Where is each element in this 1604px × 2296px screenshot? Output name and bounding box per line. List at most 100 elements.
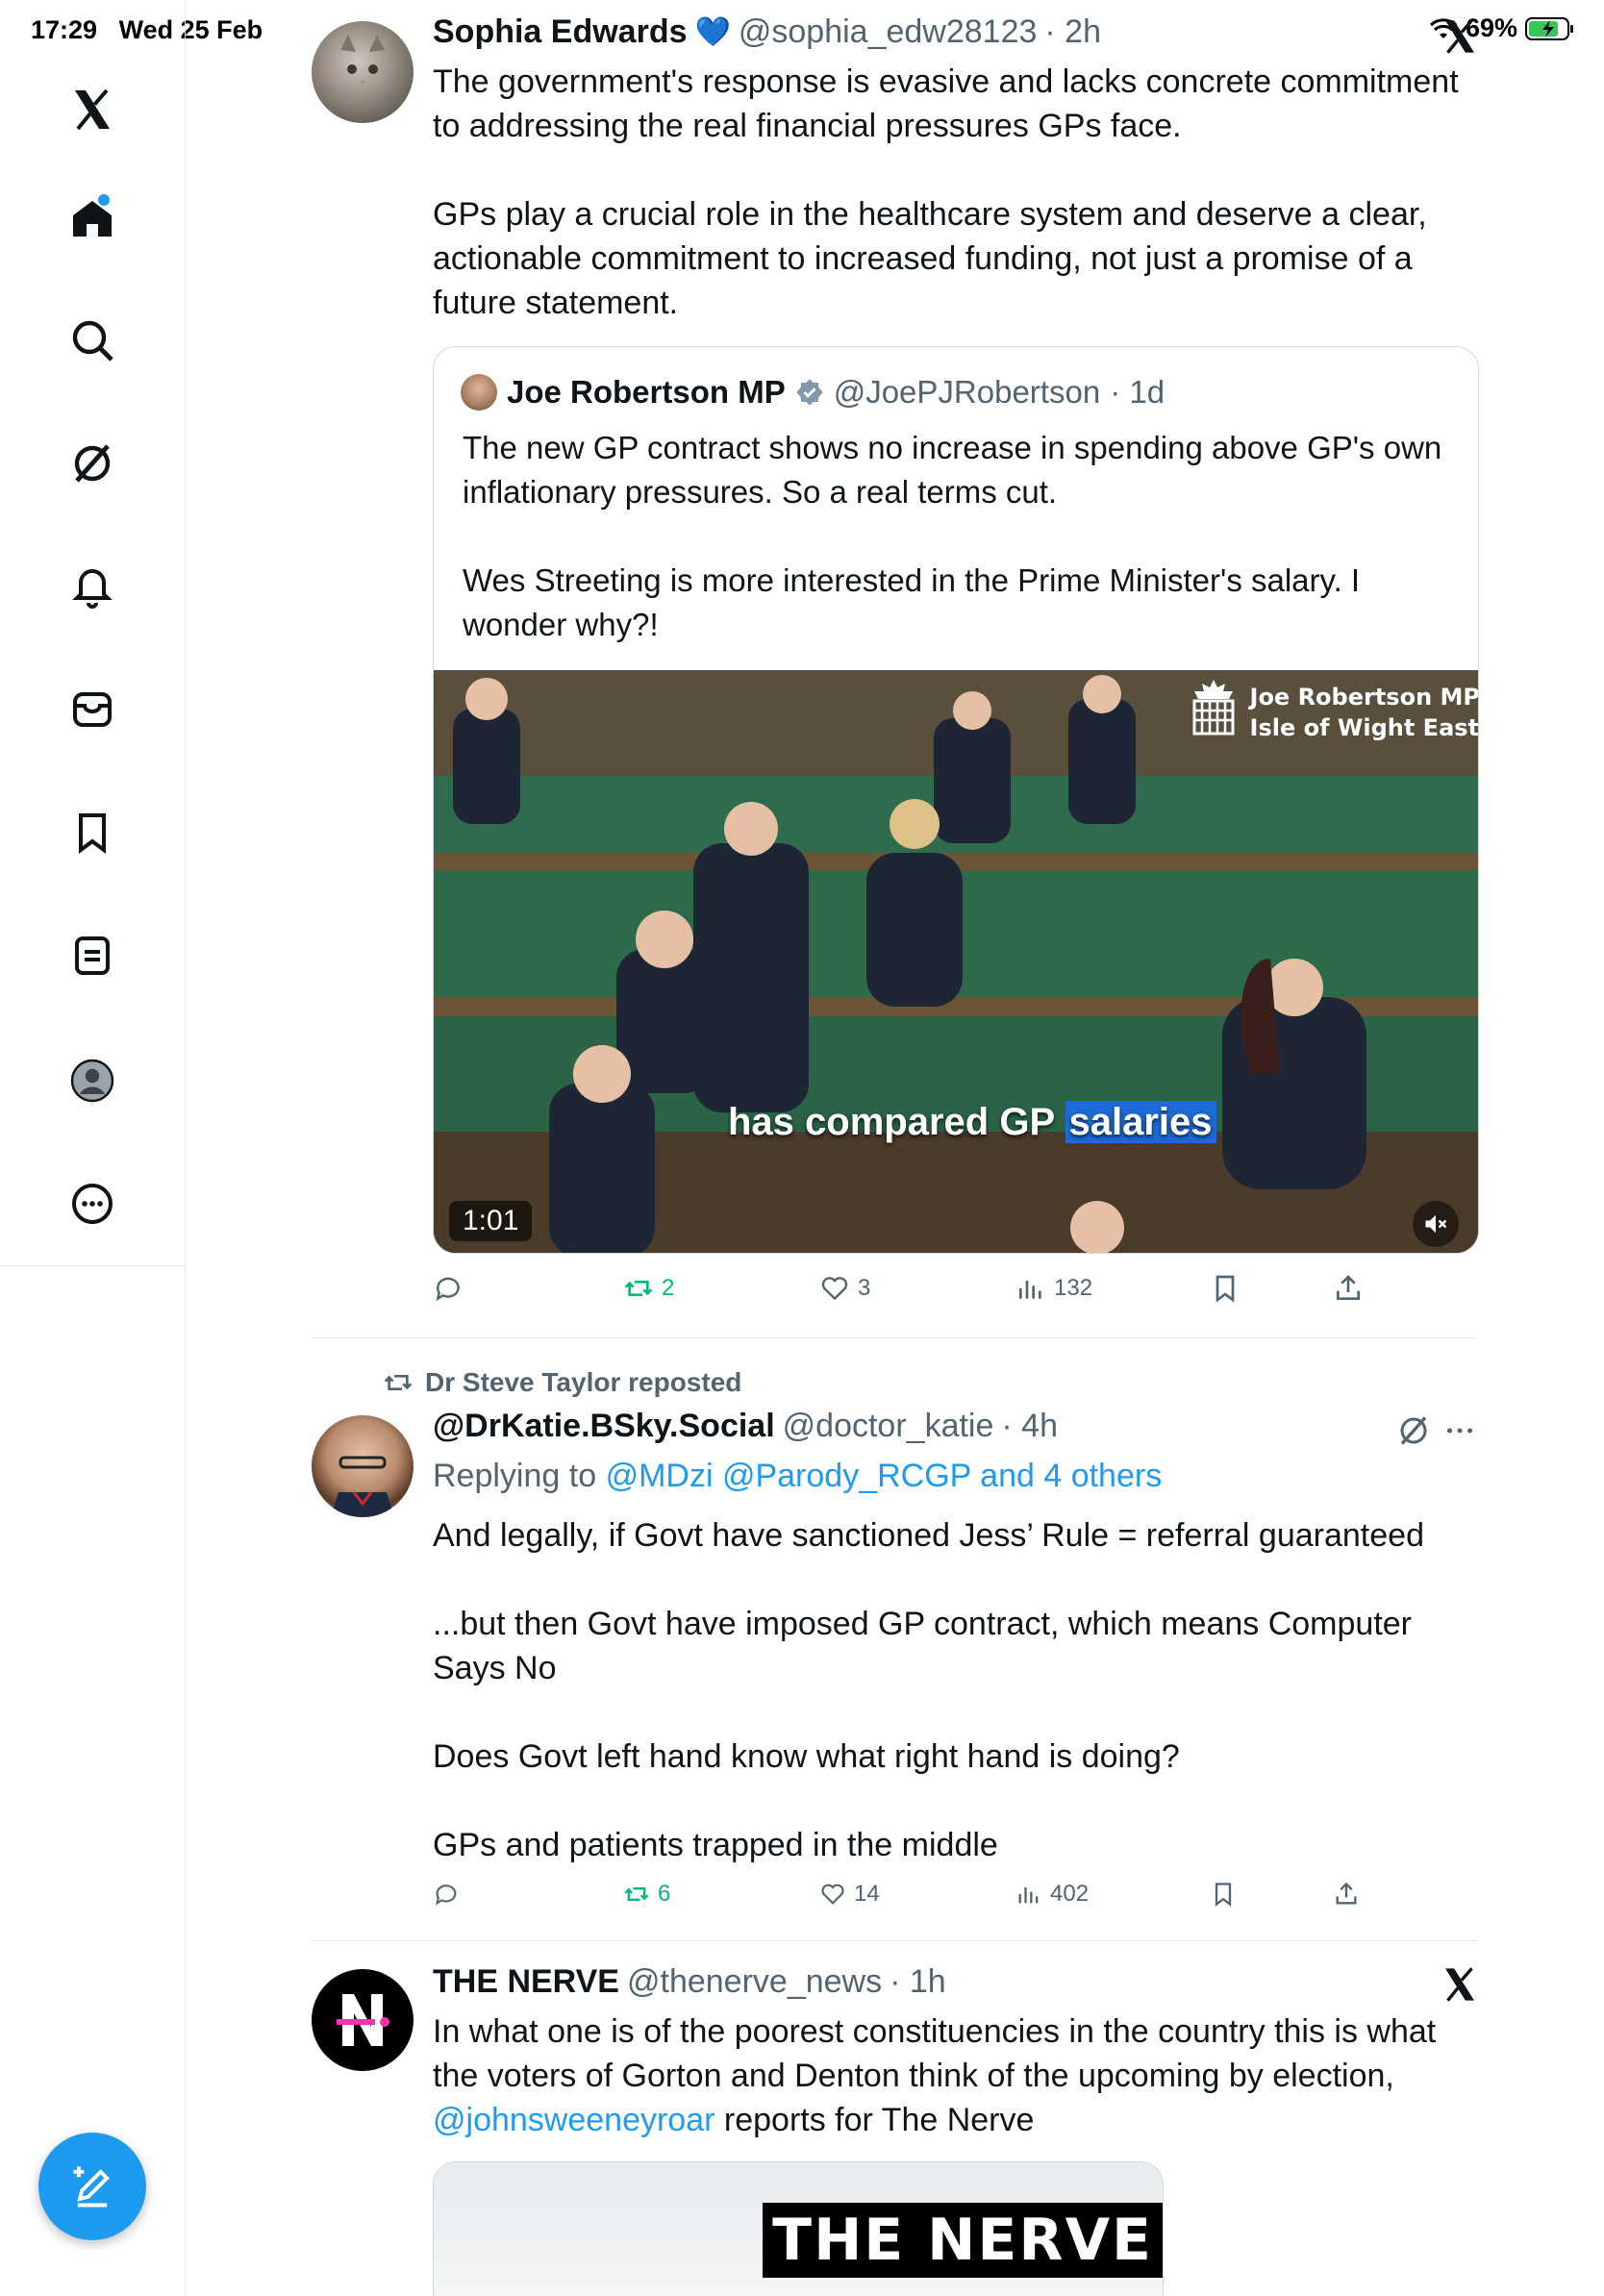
- author-name[interactable]: Sophia Edwards: [433, 13, 688, 51]
- quote-paragraph: Wes Streeting is more interested in the …: [463, 562, 1361, 642]
- tweet-paragraph: GPs and patients trapped in the middle: [433, 1827, 998, 1863]
- channel-label-constituency: Isle of Wight East: [1249, 714, 1479, 741]
- repost-icon: [624, 1281, 653, 1296]
- compose-button[interactable]: [38, 2133, 146, 2240]
- portcullis-logo-icon: [1192, 680, 1235, 736]
- quote-author-handle[interactable]: @JoePJRobertson: [834, 374, 1100, 411]
- tweet-header: @DrKatie.BSky.Social @doctor_katie · 4h: [433, 1408, 1058, 1445]
- bookmark-button[interactable]: [1210, 1273, 1241, 1304]
- x-icon[interactable]: [1441, 1965, 1479, 2004]
- tweet-paragraph: ...but then Govt have imposed GP contrac…: [433, 1606, 1412, 1686]
- reply-targets-link[interactable]: @MDzi @Parody_RCGP and 4 others: [606, 1458, 1163, 1494]
- compose-icon: [73, 2166, 110, 2208]
- reply-button[interactable]: [433, 1273, 471, 1304]
- quote-avatar[interactable]: [461, 374, 497, 411]
- video-duration: 1:01: [449, 1201, 533, 1241]
- tweet-header: Sophia Edwards 💙 @sophia_edw28123 · 2h: [433, 13, 1101, 51]
- quote-paragraph: The new GP contract shows no increase in…: [463, 430, 1442, 510]
- reply-icon: [436, 1277, 460, 1302]
- like-count: 3: [858, 1275, 871, 1301]
- quote-header: Joe Robertson MP @JoePJRobertson · 1d: [461, 374, 1165, 411]
- author-name[interactable]: @DrKatie.BSky.Social: [433, 1408, 775, 1445]
- home-icon[interactable]: [63, 190, 121, 248]
- views-count: 132: [1054, 1275, 1093, 1301]
- mention-link[interactable]: @johnsweeneyroar: [433, 2102, 714, 2138]
- battery-icon: [1525, 16, 1573, 40]
- more-icon[interactable]: [63, 1175, 121, 1233]
- tweet-text: And legally, if Govt have sanctioned Jes…: [433, 1513, 1481, 1867]
- bookmarks-icon[interactable]: [63, 804, 121, 861]
- tweet-divider: [312, 1940, 1477, 1941]
- author-handle[interactable]: @thenerve_news: [627, 1963, 882, 2001]
- more-options-icon[interactable]: [1442, 1413, 1477, 1448]
- views-count: 402: [1050, 1881, 1090, 1907]
- grok-icon[interactable]: [63, 435, 121, 492]
- thumbnail-title: THE NERVE: [763, 2203, 1163, 2278]
- like-count: 14: [854, 1881, 880, 1907]
- reply-button[interactable]: [433, 1881, 467, 1908]
- quote-text: The new GP contract shows no increase in…: [463, 426, 1443, 691]
- repost-count: 2: [662, 1275, 675, 1301]
- avatar[interactable]: [312, 21, 414, 123]
- video-frame: [434, 670, 1478, 1253]
- bookmark-icon: [1216, 1275, 1235, 1303]
- profile-icon[interactable]: [63, 1052, 121, 1110]
- nerve-logo-icon: [337, 1994, 389, 2046]
- author-handle[interactable]: @doctor_katie: [783, 1408, 994, 1445]
- notifications-icon[interactable]: [63, 558, 121, 615]
- tweet-paragraph: And legally, if Govt have sanctioned Jes…: [433, 1517, 1424, 1554]
- author-name[interactable]: THE NERVE: [433, 1963, 619, 2001]
- tweet-actions: 2 3 132: [433, 1271, 1479, 1313]
- replying-to: Replying to @MDzi @Parody_RCGP and 4 oth…: [433, 1458, 1163, 1494]
- tweet-header: THE NERVE @thenerve_news · 1h: [433, 1963, 946, 2001]
- like-button[interactable]: 14: [819, 1881, 880, 1908]
- heart-icon: [821, 1884, 844, 1905]
- share-icon: [1337, 1275, 1360, 1300]
- search-icon[interactable]: [63, 312, 121, 369]
- views-icon: [1019, 1281, 1041, 1299]
- timestamp[interactable]: · 4h: [1001, 1408, 1058, 1445]
- video-player[interactable]: Joe Robertson MP Isle of Wight East has …: [434, 670, 1479, 1253]
- repost-icon: [624, 1887, 649, 1901]
- repost-icon: [384, 1375, 413, 1390]
- x-logo-icon[interactable]: [63, 81, 121, 138]
- share-button[interactable]: [1333, 1881, 1360, 1908]
- lists-icon[interactable]: [63, 927, 121, 985]
- verified-heart-badge: 💙: [694, 16, 731, 48]
- tweet-text: In what one is of the poorest constituen…: [433, 2009, 1481, 2142]
- notification-dot: [98, 194, 110, 206]
- repost-indicator[interactable]: Dr Steve Taylor reposted: [383, 1367, 741, 1398]
- sidebar: [0, 0, 186, 2296]
- bookmark-button[interactable]: [1210, 1881, 1237, 1908]
- timestamp[interactable]: · 2h: [1044, 13, 1101, 51]
- reply-icon: [436, 1884, 457, 1906]
- repost-button[interactable]: 2: [623, 1273, 674, 1304]
- mute-button[interactable]: [1413, 1201, 1459, 1247]
- grok-icon[interactable]: [1396, 1413, 1431, 1448]
- tweet-text: The government's response is evasive and…: [433, 60, 1481, 325]
- heart-icon: [821, 1277, 848, 1301]
- avatar[interactable]: [312, 1415, 414, 1517]
- repost-count: 6: [658, 1881, 671, 1907]
- like-button[interactable]: 3: [819, 1273, 870, 1304]
- tweet-text-part: reports for The Nerve: [723, 2102, 1035, 2138]
- avatar[interactable]: [312, 1969, 414, 2071]
- channel-label-name: Joe Robertson MP: [1249, 684, 1479, 711]
- messages-icon[interactable]: [63, 681, 121, 738]
- views-button[interactable]: 402: [1015, 1881, 1089, 1908]
- quote-author-name[interactable]: Joe Robertson MP: [507, 374, 786, 411]
- views-button[interactable]: 132: [1015, 1273, 1092, 1304]
- bookmark-icon: [1215, 1883, 1232, 1907]
- share-button[interactable]: [1333, 1273, 1364, 1304]
- tweet-text-part: In what one is of the poorest constituen…: [433, 2013, 1437, 2094]
- repost-button[interactable]: 6: [623, 1881, 670, 1908]
- quote-tweet[interactable]: Joe Robertson MP @JoePJRobertson · 1d Th…: [433, 346, 1479, 1254]
- tweet-actions: 6 14 402: [433, 1881, 1479, 1919]
- tweet-divider: [312, 1337, 1477, 1338]
- x-icon[interactable]: [1441, 17, 1479, 56]
- timestamp[interactable]: · 1h: [890, 1963, 946, 2001]
- tweet-paragraph: GPs play a crucial role in the healthcar…: [433, 196, 1427, 321]
- author-handle[interactable]: @sophia_edw28123: [739, 13, 1038, 51]
- media-thumbnail[interactable]: THE NERVE: [433, 2161, 1164, 2296]
- sidebar-divider: [0, 1265, 186, 1266]
